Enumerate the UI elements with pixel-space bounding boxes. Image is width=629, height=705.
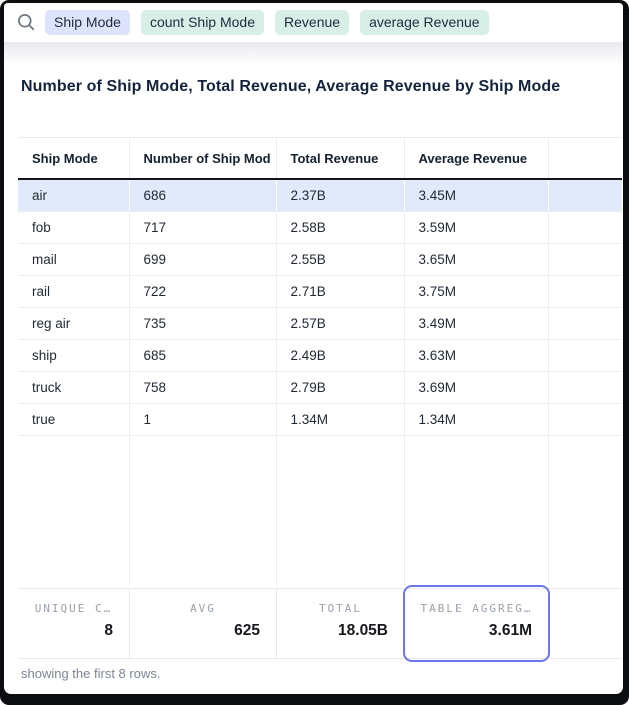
- cell-average-revenue[interactable]: 1.34M: [404, 403, 548, 435]
- cell-count[interactable]: 685: [129, 339, 276, 371]
- cell-average-revenue[interactable]: 3.59M: [404, 211, 548, 243]
- cell-ship-mode[interactable]: rail: [18, 275, 129, 307]
- table-row[interactable]: rail 722 2.71B 3.75M: [18, 275, 622, 307]
- cell-filler: [548, 403, 622, 435]
- row-count-note: showing the first 8 rows.: [21, 666, 160, 681]
- page-title: Number of Ship Mode, Total Revenue, Aver…: [21, 78, 611, 96]
- search-icon: [17, 13, 36, 32]
- cell-total-revenue[interactable]: 2.79B: [276, 371, 404, 403]
- cell-filler: [548, 243, 622, 275]
- cell-ship-mode[interactable]: fob: [18, 211, 129, 243]
- summary-label: TOTAL: [277, 602, 404, 615]
- cell-count[interactable]: 722: [129, 275, 276, 307]
- summary-table-aggregate[interactable]: TABLE AGGREG… 3.61M: [404, 589, 548, 658]
- cell-filler: [548, 275, 622, 307]
- cell-average-revenue[interactable]: 3.49M: [404, 307, 548, 339]
- app-window: Ship Mode count Ship Mode Revenue averag…: [0, 0, 629, 705]
- cell-total-revenue[interactable]: 2.37B: [276, 179, 404, 211]
- app-content: Ship Mode count Ship Mode Revenue averag…: [4, 3, 623, 694]
- search-bar[interactable]: Ship Mode count Ship Mode Revenue averag…: [4, 3, 623, 42]
- empty-cell: [404, 435, 548, 585]
- query-chip-ship-mode[interactable]: Ship Mode: [45, 10, 130, 35]
- table-row[interactable]: air 686 2.37B 3.45M: [18, 179, 622, 211]
- cell-ship-mode[interactable]: reg air: [18, 307, 129, 339]
- cell-average-revenue[interactable]: 3.63M: [404, 339, 548, 371]
- cell-filler: [548, 307, 622, 339]
- table-header-row: Ship Mode Number of Ship Mod Total Reven…: [18, 138, 622, 180]
- cell-total-revenue[interactable]: 2.71B: [276, 275, 404, 307]
- cell-filler: [548, 211, 622, 243]
- cell-count[interactable]: 758: [129, 371, 276, 403]
- cell-count[interactable]: 735: [129, 307, 276, 339]
- cell-total-revenue[interactable]: 2.57B: [276, 307, 404, 339]
- cell-filler: [548, 371, 622, 403]
- cell-count[interactable]: 686: [129, 179, 276, 211]
- cell-count[interactable]: 1: [129, 403, 276, 435]
- summary-avg[interactable]: AVG 625: [129, 589, 276, 658]
- cell-total-revenue[interactable]: 2.58B: [276, 211, 404, 243]
- summary-value: 8: [18, 622, 129, 640]
- summary-value: 18.05B: [277, 622, 404, 640]
- empty-cell: [129, 435, 276, 585]
- column-header-total-revenue[interactable]: Total Revenue: [276, 138, 404, 180]
- query-chip-revenue[interactable]: Revenue: [275, 10, 349, 35]
- summary-filler: [548, 589, 622, 658]
- cell-average-revenue[interactable]: 3.65M: [404, 243, 548, 275]
- table-row[interactable]: truck 758 2.79B 3.69M: [18, 371, 622, 403]
- summary-label: AVG: [130, 602, 276, 615]
- table-row[interactable]: mail 699 2.55B 3.65M: [18, 243, 622, 275]
- toolbar-shadow: [4, 42, 623, 64]
- cell-ship-mode[interactable]: truck: [18, 371, 129, 403]
- table-row[interactable]: true 1 1.34M 1.34M: [18, 403, 622, 435]
- cell-count[interactable]: 717: [129, 211, 276, 243]
- cell-count[interactable]: 699: [129, 243, 276, 275]
- table-row[interactable]: fob 717 2.58B 3.59M: [18, 211, 622, 243]
- summary-label: UNIQUE C…: [18, 602, 129, 615]
- summary-bar: UNIQUE C… 8 AVG 625 TOTAL 18.05B TABLE A…: [18, 588, 622, 659]
- query-chip-average-revenue[interactable]: average Revenue: [360, 10, 489, 35]
- cell-average-revenue[interactable]: 3.45M: [404, 179, 548, 211]
- search-input[interactable]: [489, 10, 613, 36]
- summary-unique-count[interactable]: UNIQUE C… 8: [18, 589, 129, 658]
- cell-ship-mode[interactable]: mail: [18, 243, 129, 275]
- empty-cell: [548, 435, 622, 585]
- cell-ship-mode[interactable]: true: [18, 403, 129, 435]
- summary-label: TABLE AGGREG…: [405, 602, 548, 615]
- query-chip-count-ship-mode[interactable]: count Ship Mode: [141, 10, 264, 35]
- column-header-filler: [548, 138, 622, 180]
- cell-ship-mode[interactable]: air: [18, 179, 129, 211]
- empty-cell: [276, 435, 404, 585]
- table-empty-space: [18, 435, 622, 585]
- empty-cell: [18, 435, 129, 585]
- cell-ship-mode[interactable]: ship: [18, 339, 129, 371]
- query-token-list: Ship Mode count Ship Mode Revenue averag…: [45, 10, 489, 35]
- summary-total[interactable]: TOTAL 18.05B: [276, 589, 404, 658]
- column-header-average-revenue[interactable]: Average Revenue: [404, 138, 548, 180]
- summary-value: 3.61M: [405, 622, 548, 640]
- cell-average-revenue[interactable]: 3.69M: [404, 371, 548, 403]
- cell-total-revenue[interactable]: 2.49B: [276, 339, 404, 371]
- cell-filler: [548, 339, 622, 371]
- column-header-number-of-ship-mode[interactable]: Number of Ship Mod: [129, 138, 276, 180]
- results-table: Ship Mode Number of Ship Mod Total Reven…: [18, 137, 622, 585]
- column-header-ship-mode[interactable]: Ship Mode: [18, 138, 129, 180]
- cell-total-revenue[interactable]: 2.55B: [276, 243, 404, 275]
- cell-filler: [548, 179, 622, 211]
- table-row[interactable]: reg air 735 2.57B 3.49M: [18, 307, 622, 339]
- cell-average-revenue[interactable]: 3.75M: [404, 275, 548, 307]
- table-row[interactable]: ship 685 2.49B 3.63M: [18, 339, 622, 371]
- summary-value: 625: [130, 622, 276, 640]
- cell-total-revenue[interactable]: 1.34M: [276, 403, 404, 435]
